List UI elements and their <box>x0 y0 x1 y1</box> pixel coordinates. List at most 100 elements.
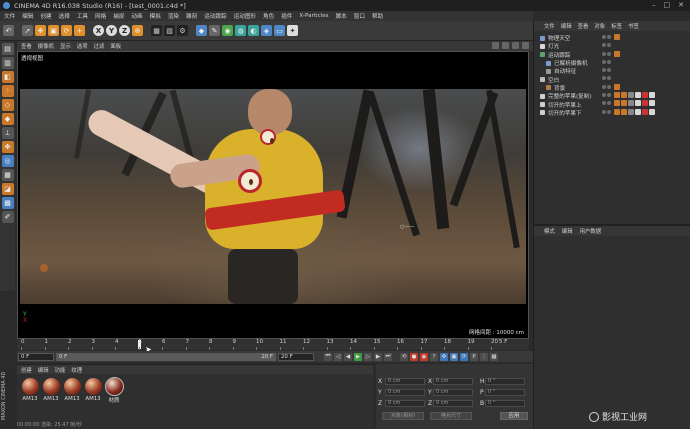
material-tag-icon[interactable] <box>628 100 634 107</box>
go-to-end-icon[interactable]: ⏭ <box>384 352 392 361</box>
end-frame-field[interactable]: 20 F <box>278 352 314 361</box>
close-button[interactable]: ✕ <box>678 1 684 9</box>
menu-x-particles[interactable]: X-Particles <box>299 13 328 19</box>
zoom-icon[interactable] <box>502 42 509 49</box>
maximize-button[interactable]: □ <box>664 1 671 9</box>
menu-render[interactable]: 渲染 <box>168 12 179 20</box>
visibility-toggles[interactable] <box>602 68 611 73</box>
material-tag-icon[interactable] <box>635 108 641 115</box>
parameter-key-icon[interactable]: P <box>470 352 478 361</box>
material-tag-icon[interactable] <box>621 92 627 99</box>
material-tag-icon[interactable] <box>635 100 641 107</box>
timeline-window-icon[interactable]: ▦ <box>490 352 498 361</box>
visibility-toggles[interactable] <box>602 84 611 89</box>
environment-icon[interactable]: ◈ <box>261 25 272 36</box>
position-field[interactable]: 0 cm <box>385 389 425 396</box>
add-icon[interactable]: + <box>74 25 85 36</box>
rotation-key-icon[interactable]: ⟳ <box>460 352 468 361</box>
toggle-layout-icon[interactable] <box>522 42 529 49</box>
menu-edit[interactable]: 编辑 <box>22 12 33 20</box>
menu-motion-tracking[interactable]: 运动跟踪 <box>204 12 226 20</box>
object-menu-file[interactable]: 文件 <box>544 22 555 30</box>
tag-icon[interactable] <box>614 83 620 90</box>
size-mode-dropdown[interactable]: 绝对尺寸 <box>430 412 472 420</box>
apply-button[interactable]: 应用 <box>500 412 528 420</box>
tag-icon[interactable] <box>614 34 620 40</box>
attribute-menu-mode[interactable]: 模式 <box>544 227 555 235</box>
next-key-icon[interactable]: ▶ <box>374 352 382 361</box>
menu-animate[interactable]: 动画 <box>131 12 142 20</box>
material-tag-icon[interactable] <box>642 92 648 99</box>
viewport-menu-options[interactable]: 选项 <box>77 42 88 50</box>
subdivision-icon[interactable]: ◉ <box>222 25 233 36</box>
material-menu-texture[interactable]: 纹理 <box>71 366 82 374</box>
axis-x-button[interactable]: X <box>93 25 104 36</box>
viewport-menu-cameras[interactable]: 摄像机 <box>38 42 54 50</box>
object-row[interactable]: 运动跟踪 <box>534 50 690 59</box>
object-row[interactable]: 已解析摄像机 <box>534 59 690 67</box>
coordinate-mode-dropdown[interactable]: 对象(相对) <box>382 412 424 420</box>
object-menu-objects[interactable]: 对象 <box>594 22 605 30</box>
material-tag-icon[interactable] <box>649 92 655 99</box>
menu-select[interactable]: 选择 <box>59 12 70 20</box>
menu-file[interactable]: 文件 <box>4 12 15 20</box>
object-menu-bookmarks[interactable]: 书签 <box>628 22 639 30</box>
keyframe-selection-icon[interactable]: ? <box>430 352 438 361</box>
menu-simulate[interactable]: 模拟 <box>150 12 161 20</box>
material-swatch[interactable]: AM13 <box>84 378 102 404</box>
apple-model[interactable] <box>260 129 276 145</box>
light-icon[interactable]: ✦ <box>287 25 298 36</box>
visibility-toggles[interactable] <box>602 109 611 114</box>
menu-sculpt[interactable]: 雕刻 <box>186 12 197 20</box>
visibility-toggles[interactable] <box>602 93 611 98</box>
material-tag-icon[interactable] <box>614 108 620 115</box>
locked-workplane-icon[interactable]: ◪ <box>1 183 14 195</box>
object-row[interactable]: 切开的苹果下 <box>534 108 690 117</box>
object-row[interactable]: 空白 <box>534 75 690 84</box>
position-field[interactable]: 0 cm <box>385 400 425 407</box>
visibility-toggles[interactable] <box>602 43 611 48</box>
spline-pen-icon[interactable]: ✎ <box>209 25 220 36</box>
menu-create[interactable]: 创建 <box>40 12 51 20</box>
snap-icon[interactable]: ◎ <box>1 155 14 167</box>
timeline-ruler[interactable]: 0 1 2 3 4 5 6 7 8 9 10 11 12 13 14 15 16 17 18 19 20 5 F <box>17 339 529 350</box>
position-field[interactable]: 0 cm <box>385 378 425 385</box>
scale-icon[interactable]: ▣ <box>48 25 59 36</box>
rotate-icon[interactable]: ⟳ <box>61 25 72 36</box>
material-swatch[interactable]: AM13 <box>42 378 60 404</box>
object-row[interactable]: 自动特征 <box>534 67 690 75</box>
polygons-mode-icon[interactable]: ◆ <box>1 113 14 125</box>
array-icon[interactable]: ◍ <box>235 25 246 36</box>
axis-z-button[interactable]: Z <box>119 25 130 36</box>
viewport-menu-display[interactable]: 显示 <box>60 42 71 50</box>
material-tag-icon[interactable] <box>614 100 620 107</box>
make-editable-icon[interactable]: ▤ <box>1 43 14 55</box>
object-row[interactable]: 灯光 <box>534 42 690 50</box>
viewport-menu-panel[interactable]: 面板 <box>110 42 121 50</box>
play-icon[interactable]: ▶ <box>354 352 362 361</box>
render-view-icon[interactable]: ▦ <box>151 25 162 36</box>
material-tag-icon[interactable] <box>642 100 648 107</box>
previous-frame-icon[interactable]: ◀ <box>344 352 352 361</box>
autokey-icon[interactable]: ◉ <box>420 352 428 361</box>
material-tag-icon[interactable] <box>628 92 634 99</box>
pan-icon[interactable] <box>492 42 499 49</box>
orbit-icon[interactable] <box>512 42 519 49</box>
material-tag-icon[interactable] <box>635 92 641 99</box>
coordinate-system-icon[interactable]: ⊕ <box>132 25 143 36</box>
previous-key-icon[interactable]: ◁ <box>334 352 342 361</box>
minimize-button[interactable]: – <box>652 1 656 9</box>
menu-character[interactable]: 角色 <box>263 12 274 20</box>
axis-mode-icon[interactable]: ⊥ <box>1 127 14 139</box>
visibility-toggles[interactable] <box>602 59 611 64</box>
material-swatch[interactable]: 材质 <box>104 377 124 404</box>
go-to-start-icon[interactable]: ⏮ <box>324 352 332 361</box>
object-row[interactable]: 背景 <box>534 83 690 92</box>
point-level-anim-icon[interactable]: ⋮ <box>480 352 488 361</box>
object-menu-view[interactable]: 查看 <box>578 22 589 30</box>
material-menu-edit[interactable]: 编辑 <box>38 366 49 374</box>
tracker-marker[interactable]: ○—— <box>400 224 414 230</box>
rotation-field[interactable]: 0 ° <box>485 378 525 385</box>
points-mode-icon[interactable]: ⁘ <box>1 85 14 97</box>
paint-icon[interactable]: ✐ <box>1 211 14 223</box>
